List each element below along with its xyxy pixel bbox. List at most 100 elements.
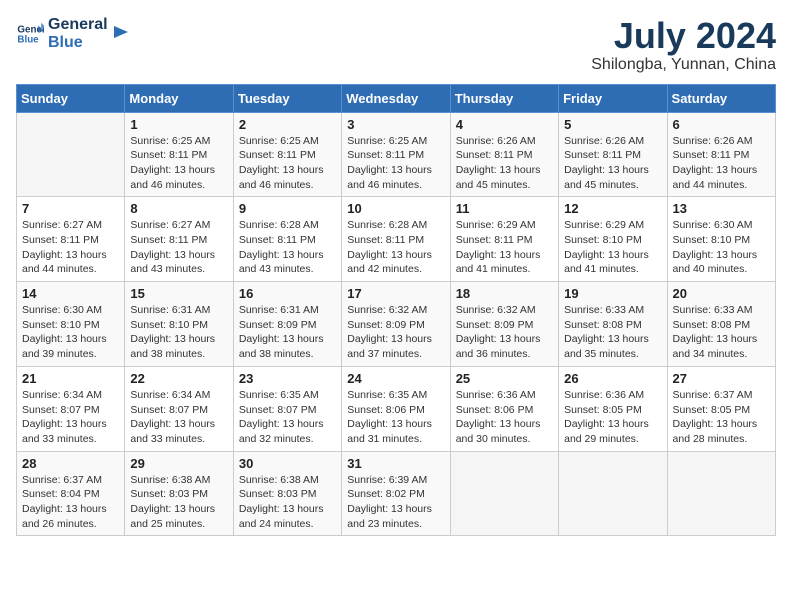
logo-flag-icon (110, 24, 130, 44)
calendar-day-cell: 21 Sunrise: 6:34 AMSunset: 8:07 PMDayligh… (17, 366, 125, 451)
calendar-day-cell: 8 Sunrise: 6:27 AMSunset: 8:11 PMDaylight… (125, 197, 233, 282)
day-detail: Sunrise: 6:35 AMSunset: 8:07 PMDaylight:… (239, 388, 336, 447)
day-detail: Sunrise: 6:36 AMSunset: 8:05 PMDaylight:… (564, 388, 661, 447)
calendar-day-cell: 20Sunrise: 6:33 AMSunset: 8:08 PMDayligh… (667, 282, 775, 367)
day-number: 30 (239, 456, 336, 471)
day-number: 24 (347, 371, 444, 386)
day-detail: Sunrise: 6:27 AMSunset: 8:11 PMDaylight:… (130, 218, 227, 277)
calendar-day-cell: 31Sunrise: 6:39 AMSunset: 8:02 PMDayligh… (342, 451, 450, 536)
calendar-day-cell: 7 Sunrise: 6:27 AMSunset: 8:11 PMDaylight… (17, 197, 125, 282)
day-detail: Sunrise: 6:25 AMSunset: 8:11 PMDaylight:… (347, 134, 444, 193)
day-detail: Sunrise: 6:38 AMSunset: 8:03 PMDaylight:… (130, 473, 227, 532)
day-number: 19 (564, 286, 661, 301)
day-number: 16 (239, 286, 336, 301)
calendar-day-cell (450, 451, 558, 536)
day-number: 23 (239, 371, 336, 386)
day-detail: Sunrise: 6:35 AMSunset: 8:06 PMDaylight:… (347, 388, 444, 447)
day-number: 22 (130, 371, 227, 386)
calendar-day-cell: 2 Sunrise: 6:25 AMSunset: 8:11 PMDaylight… (233, 112, 341, 197)
day-detail: Sunrise: 6:39 AMSunset: 8:02 PMDaylight:… (347, 473, 444, 532)
calendar-day-cell: 30 Sunrise: 6:38 AMSunset: 8:03 PMDayligh… (233, 451, 341, 536)
day-number: 10 (347, 201, 444, 216)
calendar-day-cell: 13Sunrise: 6:30 AMSunset: 8:10 PMDayligh… (667, 197, 775, 282)
day-number: 9 (239, 201, 336, 216)
calendar-week-row: 28Sunrise: 6:37 AMSunset: 8:04 PMDayligh… (17, 451, 776, 536)
calendar-day-cell: 18 Sunrise: 6:32 AMSunset: 8:09 PMDayligh… (450, 282, 558, 367)
day-number: 6 (673, 117, 770, 132)
calendar-day-cell: 27 Sunrise: 6:37 AMSunset: 8:05 PMDayligh… (667, 366, 775, 451)
day-detail: Sunrise: 6:26 AMSunset: 8:11 PMDaylight:… (673, 134, 770, 193)
logo: General Blue General Blue (16, 16, 130, 51)
day-number: 1 (130, 117, 227, 132)
calendar-body: 1 Sunrise: 6:25 AMSunset: 8:11 PMDaylight… (17, 112, 776, 536)
day-detail: Sunrise: 6:38 AMSunset: 8:03 PMDaylight:… (239, 473, 336, 532)
calendar-day-cell: 28Sunrise: 6:37 AMSunset: 8:04 PMDayligh… (17, 451, 125, 536)
day-number: 25 (456, 371, 553, 386)
logo-line2: Blue (48, 34, 108, 52)
day-detail: Sunrise: 6:34 AMSunset: 8:07 PMDaylight:… (22, 388, 119, 447)
day-detail: Sunrise: 6:26 AMSunset: 8:11 PMDaylight:… (456, 134, 553, 193)
day-detail: Sunrise: 6:32 AMSunset: 8:09 PMDaylight:… (347, 303, 444, 362)
weekday-header-cell: Friday (559, 84, 667, 112)
day-number: 26 (564, 371, 661, 386)
day-number: 27 (673, 371, 770, 386)
day-number: 14 (22, 286, 119, 301)
weekday-header-cell: Saturday (667, 84, 775, 112)
calendar-day-cell: 14 Sunrise: 6:30 AMSunset: 8:10 PMDayligh… (17, 282, 125, 367)
day-detail: Sunrise: 6:32 AMSunset: 8:09 PMDaylight:… (456, 303, 553, 362)
calendar-day-cell (667, 451, 775, 536)
day-number: 12 (564, 201, 661, 216)
day-detail: Sunrise: 6:25 AMSunset: 8:11 PMDaylight:… (130, 134, 227, 193)
calendar-day-cell: 11 Sunrise: 6:29 AMSunset: 8:11 PMDayligh… (450, 197, 558, 282)
day-number: 2 (239, 117, 336, 132)
logo-icon: General Blue (16, 20, 44, 48)
subtitle: Shilongba, Yunnan, China (591, 56, 776, 74)
day-number: 11 (456, 201, 553, 216)
calendar-day-cell: 4 Sunrise: 6:26 AMSunset: 8:11 PMDaylight… (450, 112, 558, 197)
day-number: 28 (22, 456, 119, 471)
day-number: 4 (456, 117, 553, 132)
day-number: 20 (673, 286, 770, 301)
calendar-day-cell: 3Sunrise: 6:25 AMSunset: 8:11 PMDaylight… (342, 112, 450, 197)
calendar-day-cell: 25Sunrise: 6:36 AMSunset: 8:06 PMDayligh… (450, 366, 558, 451)
svg-text:Blue: Blue (17, 34, 39, 45)
weekday-header-cell: Monday (125, 84, 233, 112)
calendar-table: SundayMondayTuesdayWednesdayThursdayFrid… (16, 84, 776, 537)
calendar-week-row: 7 Sunrise: 6:27 AMSunset: 8:11 PMDaylight… (17, 197, 776, 282)
calendar-day-cell: 15 Sunrise: 6:31 AMSunset: 8:10 PMDayligh… (125, 282, 233, 367)
day-number: 17 (347, 286, 444, 301)
day-detail: Sunrise: 6:37 AMSunset: 8:05 PMDaylight:… (673, 388, 770, 447)
day-number: 18 (456, 286, 553, 301)
calendar-day-cell: 6 Sunrise: 6:26 AMSunset: 8:11 PMDaylight… (667, 112, 775, 197)
day-number: 21 (22, 371, 119, 386)
calendar-day-cell: 24 Sunrise: 6:35 AMSunset: 8:06 PMDayligh… (342, 366, 450, 451)
day-number: 7 (22, 201, 119, 216)
day-number: 8 (130, 201, 227, 216)
day-detail: Sunrise: 6:28 AMSunset: 8:11 PMDaylight:… (239, 218, 336, 277)
weekday-header-cell: Sunday (17, 84, 125, 112)
weekday-header-cell: Tuesday (233, 84, 341, 112)
day-detail: Sunrise: 6:28 AMSunset: 8:11 PMDaylight:… (347, 218, 444, 277)
calendar-week-row: 21 Sunrise: 6:34 AMSunset: 8:07 PMDayligh… (17, 366, 776, 451)
day-number: 15 (130, 286, 227, 301)
day-detail: Sunrise: 6:31 AMSunset: 8:10 PMDaylight:… (130, 303, 227, 362)
calendar-week-row: 1 Sunrise: 6:25 AMSunset: 8:11 PMDaylight… (17, 112, 776, 197)
day-detail: Sunrise: 6:29 AMSunset: 8:11 PMDaylight:… (456, 218, 553, 277)
calendar-day-cell: 12Sunrise: 6:29 AMSunset: 8:10 PMDayligh… (559, 197, 667, 282)
calendar-day-cell: 29Sunrise: 6:38 AMSunset: 8:03 PMDayligh… (125, 451, 233, 536)
weekday-header-cell: Thursday (450, 84, 558, 112)
day-detail: Sunrise: 6:30 AMSunset: 8:10 PMDaylight:… (673, 218, 770, 277)
calendar-day-cell: 9 Sunrise: 6:28 AMSunset: 8:11 PMDaylight… (233, 197, 341, 282)
calendar-day-cell: 5Sunrise: 6:26 AMSunset: 8:11 PMDaylight… (559, 112, 667, 197)
calendar-day-cell: 10 Sunrise: 6:28 AMSunset: 8:11 PMDayligh… (342, 197, 450, 282)
day-detail: Sunrise: 6:30 AMSunset: 8:10 PMDaylight:… (22, 303, 119, 362)
calendar-week-row: 14 Sunrise: 6:30 AMSunset: 8:10 PMDayligh… (17, 282, 776, 367)
calendar-day-cell: 19Sunrise: 6:33 AMSunset: 8:08 PMDayligh… (559, 282, 667, 367)
day-detail: Sunrise: 6:27 AMSunset: 8:11 PMDaylight:… (22, 218, 119, 277)
calendar-day-cell: 16Sunrise: 6:31 AMSunset: 8:09 PMDayligh… (233, 282, 341, 367)
day-detail: Sunrise: 6:25 AMSunset: 8:11 PMDaylight:… (239, 134, 336, 193)
day-detail: Sunrise: 6:26 AMSunset: 8:11 PMDaylight:… (564, 134, 661, 193)
weekday-header-row: SundayMondayTuesdayWednesdayThursdayFrid… (17, 84, 776, 112)
calendar-day-cell (17, 112, 125, 197)
title-area: July 2024 Shilongba, Yunnan, China (591, 16, 776, 74)
